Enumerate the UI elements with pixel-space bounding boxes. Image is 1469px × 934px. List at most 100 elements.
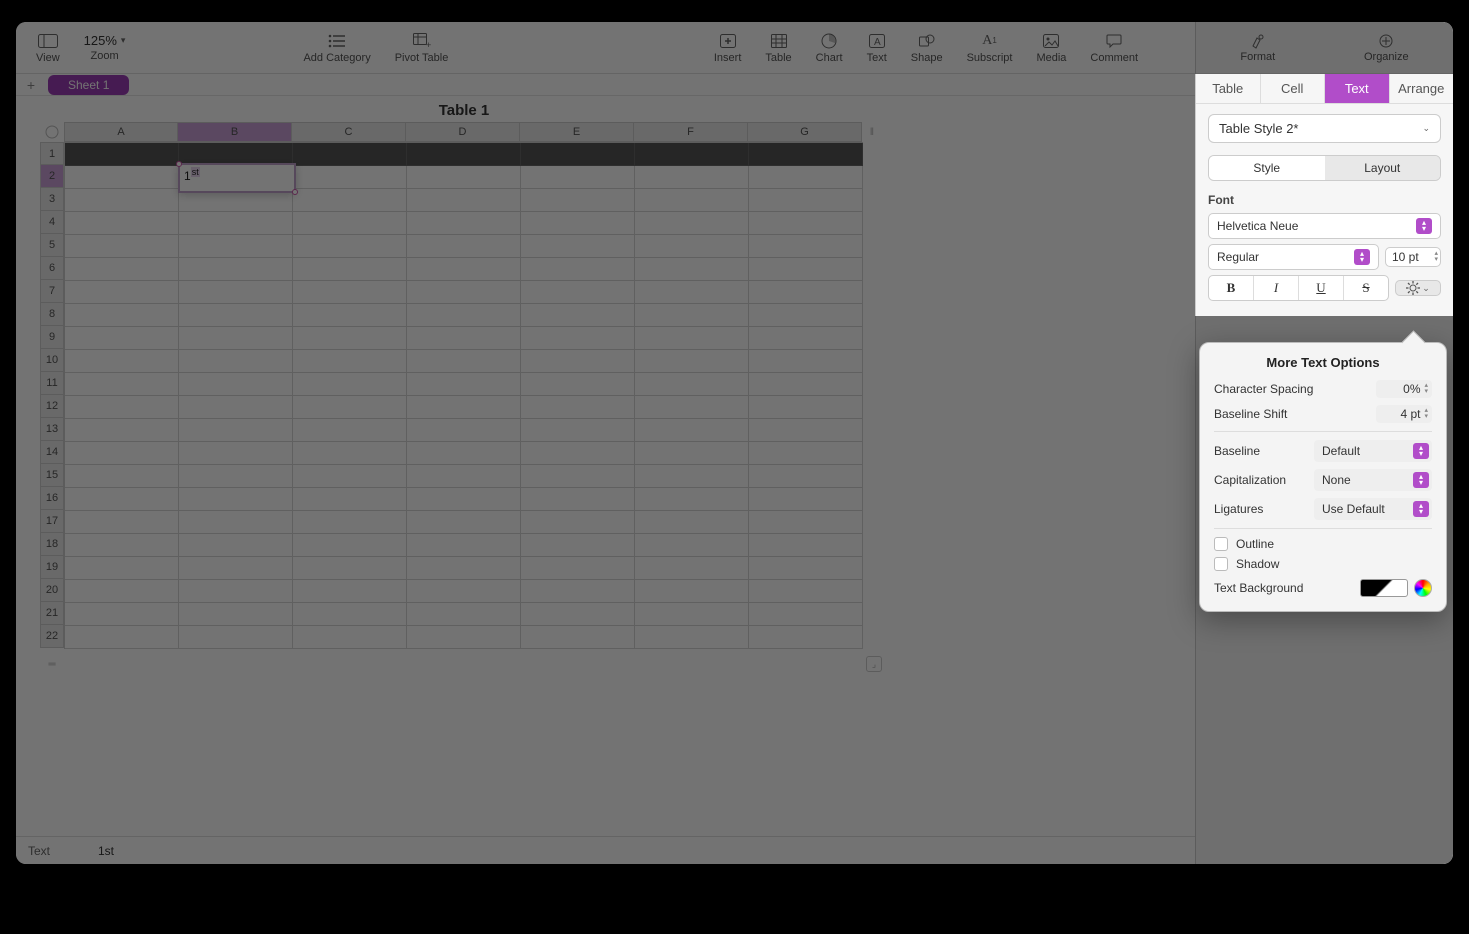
row-header[interactable]: 2 [40, 165, 64, 188]
stepper-arrows-icon: ▴▾ [1424, 383, 1428, 395]
row-header[interactable]: 4 [40, 211, 64, 234]
table-resize-grip[interactable]: ⌟ [866, 656, 882, 672]
capitalization-select[interactable]: None ▴▾ [1314, 469, 1432, 491]
row-header[interactable]: 11 [40, 372, 64, 395]
row-header[interactable]: 1 [40, 142, 64, 165]
add-sheet-button[interactable]: + [22, 76, 40, 94]
row-header[interactable]: 17 [40, 510, 64, 533]
row-header[interactable]: 9 [40, 326, 64, 349]
more-text-options-button[interactable]: ⌄ [1395, 280, 1441, 296]
text-icon: A [867, 32, 887, 50]
col-header-c[interactable]: C [292, 122, 406, 142]
row-header[interactable]: 10 [40, 349, 64, 372]
col-handle[interactable]: ‖ [866, 122, 878, 142]
table-corner[interactable] [40, 122, 64, 142]
inspector-tabs: Table Cell Text Arrange [1196, 74, 1453, 104]
table-style-value: Table Style 2* [1219, 121, 1299, 136]
tab-table[interactable]: Table [1196, 74, 1261, 103]
col-header-d[interactable]: D [406, 122, 520, 142]
row-header[interactable]: 14 [40, 441, 64, 464]
italic-button[interactable]: I [1254, 276, 1299, 300]
row-header[interactable]: 13 [40, 418, 64, 441]
subscript-button[interactable]: A1 Subscript [957, 22, 1023, 73]
col-header-f[interactable]: F [634, 122, 748, 142]
select-arrows-icon: ▴▾ [1413, 501, 1429, 517]
ligatures-select[interactable]: Use Default ▴▾ [1314, 498, 1432, 520]
select-arrows-icon: ▴▾ [1416, 218, 1432, 234]
chart-button[interactable]: Chart [806, 22, 853, 73]
row-header[interactable]: 5 [40, 234, 64, 257]
format-button[interactable]: Format [1240, 33, 1275, 63]
row-header[interactable]: 21 [40, 602, 64, 625]
formula-type-label[interactable]: Text [28, 844, 78, 858]
baseline-shift-value: 4 pt [1400, 407, 1420, 421]
row-header[interactable]: 12 [40, 395, 64, 418]
row-handle[interactable]: ═ [40, 656, 64, 672]
row-header[interactable]: 7 [40, 280, 64, 303]
popover-title: More Text Options [1214, 355, 1432, 370]
seg-style[interactable]: Style [1209, 156, 1325, 180]
shape-button[interactable]: Shape [901, 22, 953, 73]
color-picker-button[interactable] [1414, 579, 1432, 597]
font-weight-select[interactable]: Regular ▴▾ [1208, 244, 1379, 270]
comment-label: Comment [1090, 52, 1138, 64]
format-label: Format [1240, 51, 1275, 63]
strikethrough-button[interactable]: S [1344, 276, 1388, 300]
shape-label: Shape [911, 52, 943, 64]
font-family-select[interactable]: Helvetica Neue ▴▾ [1208, 213, 1441, 239]
app-window: View 125% ▾ Zoom Add Category + Pivot Ta… [16, 22, 1453, 864]
col-header-g[interactable]: G [748, 122, 862, 142]
organize-button[interactable]: Organize [1364, 33, 1409, 63]
sheet-tab[interactable]: Sheet 1 [48, 75, 129, 95]
col-header-b[interactable]: B [178, 122, 292, 142]
underline-button[interactable]: U [1299, 276, 1344, 300]
pivot-table-button[interactable]: + Pivot Table [385, 22, 459, 73]
row-header[interactable]: 16 [40, 487, 64, 510]
row-header[interactable]: 15 [40, 464, 64, 487]
insert-button[interactable]: Insert [704, 22, 752, 73]
seg-layout[interactable]: Layout [1325, 156, 1441, 180]
table-grid[interactable] [64, 142, 863, 649]
add-category-label: Add Category [303, 52, 370, 64]
tab-text[interactable]: Text [1325, 74, 1390, 103]
chevron-down-icon: ⌄ [1422, 283, 1430, 294]
table-style-select[interactable]: Table Style 2* ⌄ [1208, 114, 1441, 143]
char-spacing-value: 0% [1403, 382, 1420, 396]
text-button[interactable]: A Text [857, 22, 897, 73]
table-button[interactable]: Table [755, 22, 801, 73]
row-header[interactable]: 19 [40, 556, 64, 579]
shadow-checkbox-row[interactable]: Shadow [1214, 557, 1432, 571]
baseline-select[interactable]: Default ▴▾ [1314, 440, 1432, 462]
col-header-e[interactable]: E [520, 122, 634, 142]
tab-arrange[interactable]: Arrange [1390, 74, 1454, 103]
text-background-swatch[interactable] [1360, 579, 1408, 597]
row-header[interactable]: 22 [40, 625, 64, 648]
zoom-control[interactable]: 125% ▾ Zoom [74, 22, 136, 73]
bold-button[interactable]: B [1209, 276, 1254, 300]
outline-checkbox-row[interactable]: Outline [1214, 537, 1432, 551]
cell-editor[interactable]: 1st [178, 163, 296, 193]
text-label: Text [867, 52, 887, 64]
font-size-stepper[interactable]: 10 pt ▴▾ [1385, 247, 1441, 267]
comment-button[interactable]: Comment [1080, 22, 1148, 73]
view-button[interactable]: View [26, 22, 70, 73]
row-header[interactable]: 6 [40, 257, 64, 280]
capitalization-label: Capitalization [1214, 473, 1286, 487]
select-arrows-icon: ▴▾ [1413, 443, 1429, 459]
char-spacing-stepper[interactable]: 0% ▴▾ [1376, 380, 1432, 398]
media-button[interactable]: Media [1026, 22, 1076, 73]
select-arrows-icon: ▴▾ [1354, 249, 1370, 265]
row-header[interactable]: 18 [40, 533, 64, 556]
tab-cell[interactable]: Cell [1261, 74, 1326, 103]
add-category-button[interactable]: Add Category [293, 22, 380, 73]
baseline-shift-stepper[interactable]: 4 pt ▴▾ [1376, 405, 1432, 423]
col-header-a[interactable]: A [64, 122, 178, 142]
outline-label: Outline [1236, 537, 1274, 551]
row-header[interactable]: 3 [40, 188, 64, 211]
row-header[interactable]: 20 [40, 579, 64, 602]
pivot-icon: + [412, 32, 432, 50]
row-header[interactable]: 8 [40, 303, 64, 326]
formula-value[interactable]: 1st [98, 844, 114, 858]
table-title[interactable]: Table 1 [64, 96, 864, 119]
chevron-down-icon: ▾ [121, 35, 126, 46]
